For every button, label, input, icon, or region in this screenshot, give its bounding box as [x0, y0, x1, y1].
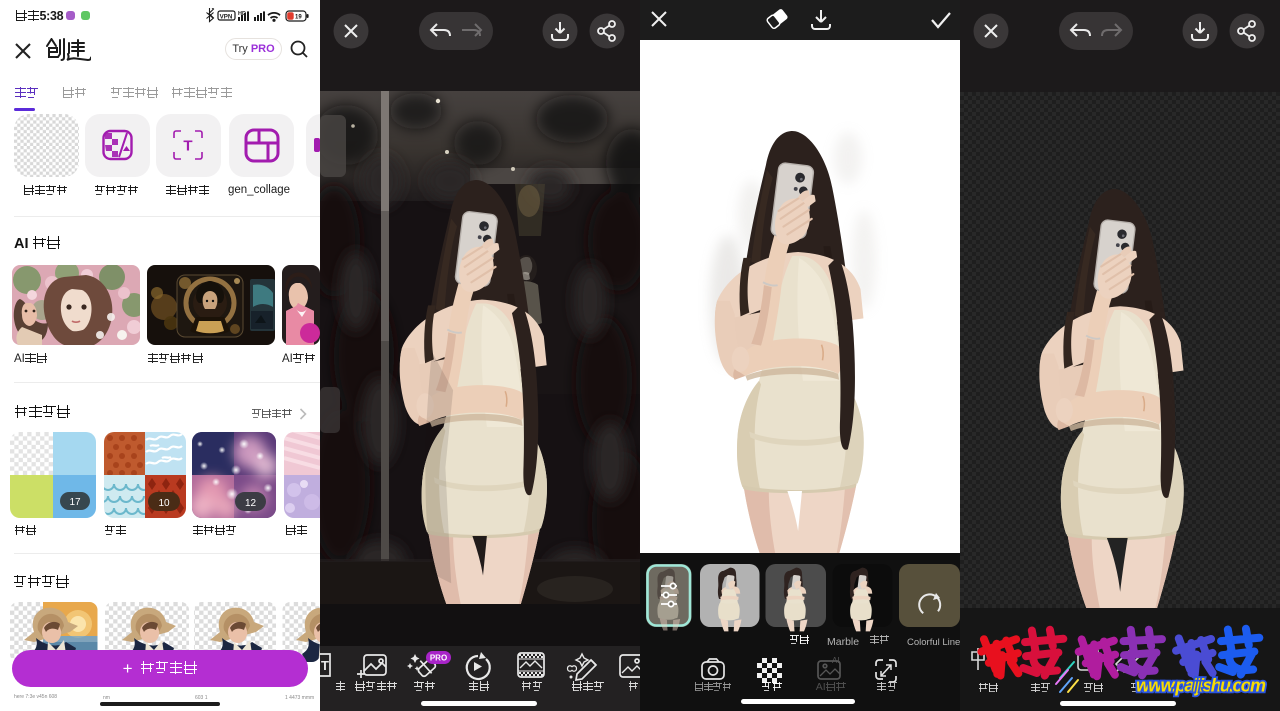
svg-text:www.paijishu.com: www.paijishu.com	[1136, 676, 1266, 696]
svg-text:T: T	[183, 138, 192, 155]
svg-text:VPN: VPN	[220, 13, 233, 20]
svg-text:19: 19	[295, 15, 302, 21]
svg-text:17: 17	[69, 497, 81, 508]
svg-text:10: 10	[158, 498, 170, 509]
svg-text:PRO: PRO	[430, 654, 447, 663]
svg-text:T: T	[321, 658, 329, 673]
svg-text:12: 12	[245, 498, 257, 509]
svg-text:AI: AI	[832, 656, 840, 665]
